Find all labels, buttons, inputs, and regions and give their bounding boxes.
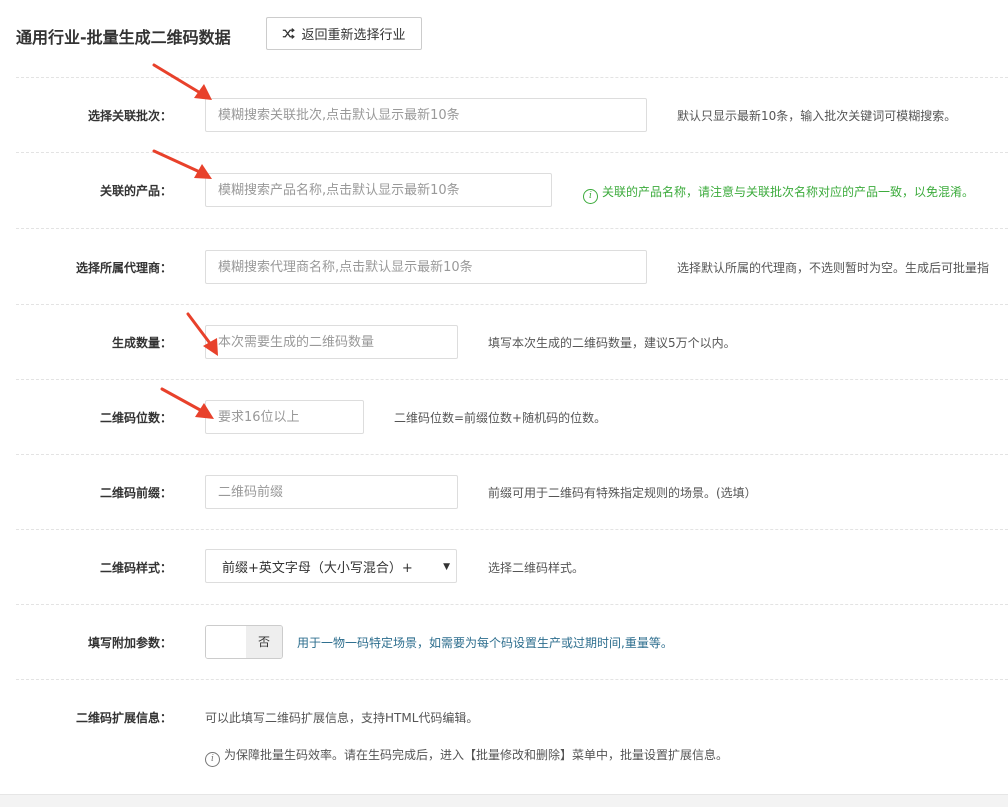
toggle-knob	[206, 626, 247, 658]
ext-info-note-text: 为保障批量生码效率。请在生码完成后，进入【批量修改和删除】菜单中，批量设置扩展信…	[224, 748, 729, 762]
page-title: 通用行业-批量生成二维码数据	[16, 28, 231, 47]
back-to-industry-button[interactable]: 返回重新选择行业	[266, 17, 422, 50]
caret-down-icon: ▼	[443, 562, 450, 572]
prefix-hint: 前缀可用于二维码有特殊指定规则的场景。(选填）	[488, 486, 757, 500]
divider	[16, 454, 1008, 455]
product-hint-text: 关联的产品名称，请注意与关联批次名称对应的产品一致，以免混淆。	[602, 185, 975, 199]
batch-hint: 默认只显示最新10条，输入批次关键词可模糊搜索。	[677, 109, 957, 123]
product-hint: i 关联的产品名称，请注意与关联批次名称对应的产品一致，以免混淆。	[583, 183, 974, 204]
shuffle-icon	[283, 28, 296, 39]
style-select[interactable]: 前缀+英文字母（大小写混合）+ ▼	[205, 549, 457, 583]
digits-label: 二维码位数：	[99, 411, 172, 425]
ext-info-desc: 可以此填写二维码扩展信息，支持HTML代码编辑。	[205, 711, 479, 725]
divider	[16, 228, 1008, 229]
agent-hint: 选择默认所属的代理商，不选则暂时为空。生成后可批量指	[677, 261, 990, 275]
info-icon: i	[205, 752, 220, 767]
agent-search-input[interactable]	[205, 250, 647, 284]
batch-search-input[interactable]	[205, 98, 647, 132]
digits-input[interactable]	[205, 400, 364, 434]
back-button-label: 返回重新选择行业	[301, 28, 406, 43]
extra-params-toggle[interactable]: 否	[205, 625, 283, 659]
divider	[16, 77, 1008, 78]
divider	[16, 679, 1008, 680]
prefix-input[interactable]	[205, 475, 458, 509]
info-icon: i	[583, 189, 598, 204]
quantity-label: 生成数量：	[111, 336, 172, 350]
ext-info-note: i 为保障批量生码效率。请在生码完成后，进入【批量修改和删除】菜单中，批量设置扩展…	[205, 746, 728, 767]
style-hint: 选择二维码样式。	[488, 561, 585, 575]
batch-label: 选择关联批次：	[87, 109, 172, 123]
style-selected-value: 前缀+英文字母（大小写混合）+	[222, 560, 413, 576]
toggle-state-label: 否	[246, 626, 282, 658]
digits-hint: 二维码位数=前缀位数+随机码的位数。	[394, 411, 607, 425]
divider	[16, 152, 1008, 153]
style-label: 二维码样式：	[99, 561, 172, 575]
divider	[16, 529, 1008, 530]
ext-info-label: 二维码扩展信息：	[75, 711, 172, 725]
quantity-hint: 填写本次生成的二维码数量，建议5万个以内。	[488, 336, 736, 350]
bottom-bar	[0, 794, 1008, 807]
product-search-input[interactable]	[205, 173, 552, 207]
extra-params-hint: 用于一物一码特定场景，如需要为每个码设置生产或过期时间,重量等。	[297, 636, 673, 650]
extra-params-label: 填写附加参数：	[87, 636, 172, 650]
agent-label: 选择所属代理商：	[75, 261, 172, 275]
divider	[16, 304, 1008, 305]
product-label: 关联的产品：	[99, 184, 172, 198]
prefix-label: 二维码前缀：	[99, 486, 172, 500]
divider	[16, 604, 1008, 605]
quantity-input[interactable]	[205, 325, 458, 359]
divider	[16, 379, 1008, 380]
